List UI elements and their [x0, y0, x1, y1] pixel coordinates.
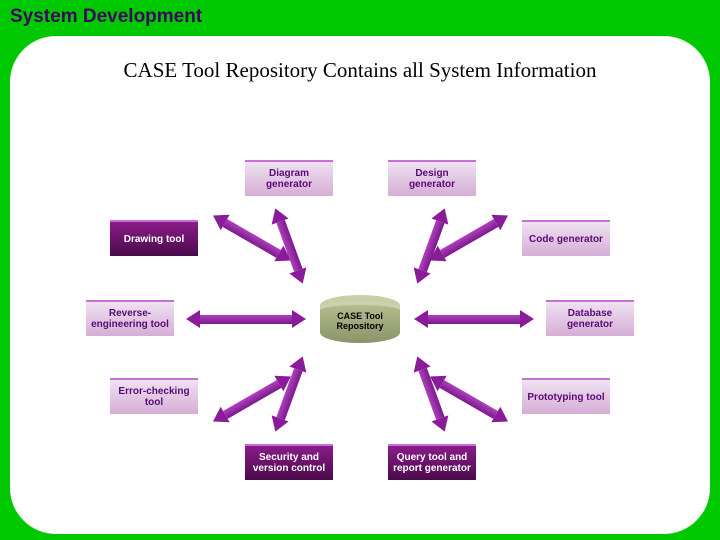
box-design-generator: Design generator — [388, 160, 476, 196]
repository-label: CASE Tool Repository — [320, 312, 400, 332]
diagram-caption: CASE Tool Repository Contains all System… — [0, 58, 720, 83]
box-label: Security and version control — [249, 452, 329, 474]
box-label: Reverse-engineering tool — [90, 308, 170, 330]
box-code-generator: Code generator — [522, 220, 610, 256]
box-query-report-generator: Query tool and report generator — [388, 444, 476, 480]
box-label: Diagram generator — [249, 168, 329, 190]
box-label: Design generator — [392, 168, 472, 190]
arrow-icon — [414, 310, 534, 328]
case-tool-repository: CASE Tool Repository — [320, 295, 400, 343]
box-prototyping-tool: Prototyping tool — [522, 378, 610, 414]
box-error-checking-tool: Error-checking tool — [110, 378, 198, 414]
box-diagram-generator: Diagram generator — [245, 160, 333, 196]
page-title: System Development — [10, 6, 202, 28]
box-label: Error-checking tool — [114, 386, 194, 408]
box-label: Database generator — [550, 308, 630, 330]
box-label: Drawing tool — [124, 234, 185, 245]
box-label: Code generator — [529, 234, 603, 245]
arrow-icon — [186, 310, 306, 328]
box-reverse-engineering-tool: Reverse-engineering tool — [86, 300, 174, 336]
box-drawing-tool: Drawing tool — [110, 220, 198, 256]
box-security-version-control: Security and version control — [245, 444, 333, 480]
box-database-generator: Database generator — [546, 300, 634, 336]
box-label: Query tool and report generator — [392, 452, 472, 474]
case-tool-diagram: CASE Tool Repository Diagram generator D… — [10, 110, 710, 530]
box-label: Prototyping tool — [527, 392, 604, 403]
